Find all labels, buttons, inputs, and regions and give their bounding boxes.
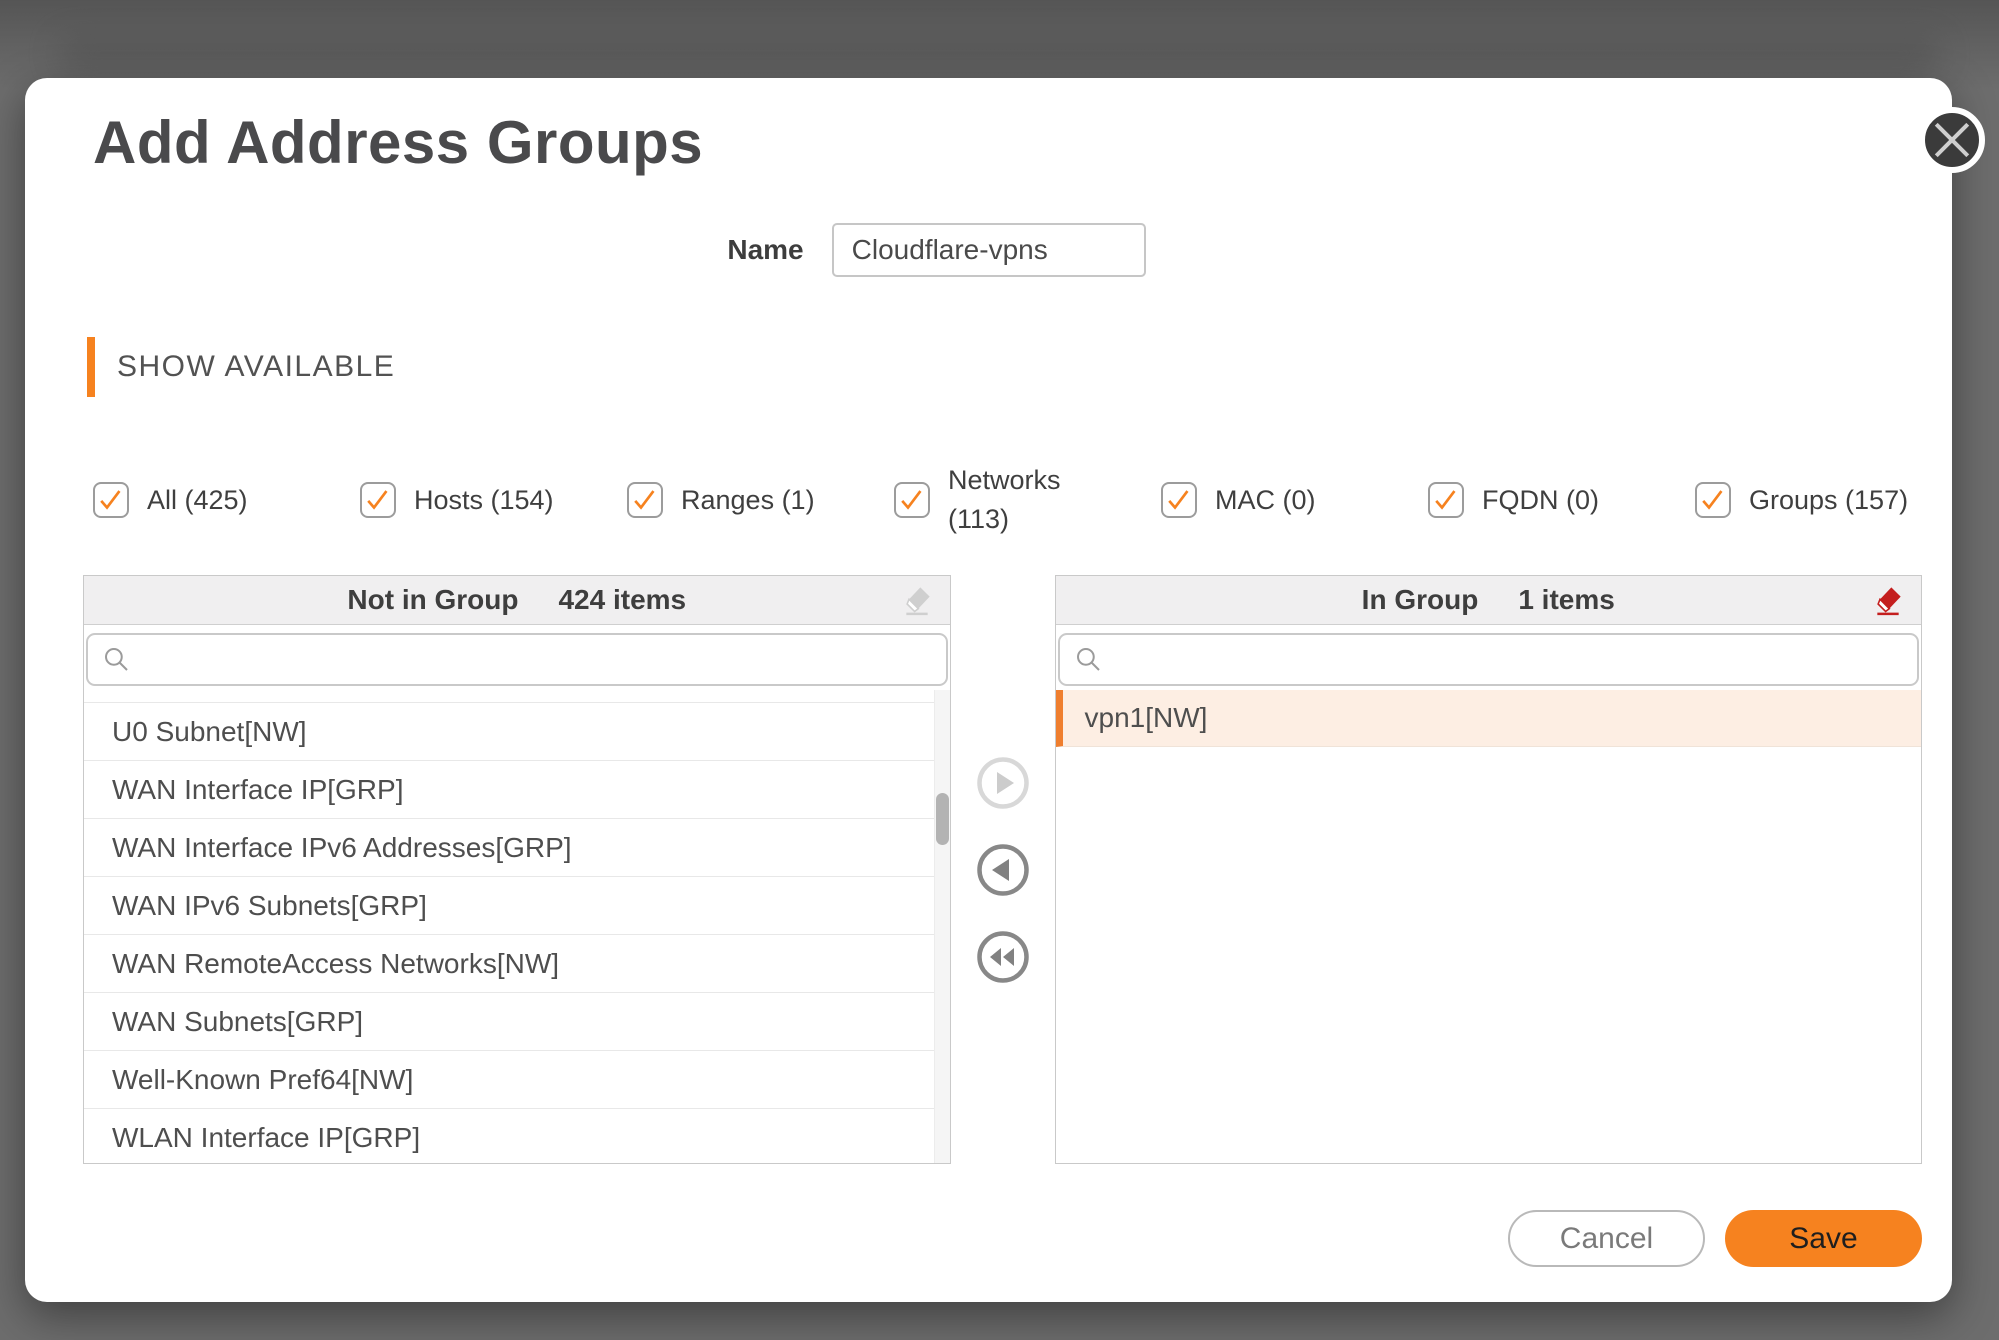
checkbox-icon[interactable] [1428, 482, 1464, 518]
filter-checkbox-item[interactable]: FQDN (0) [1428, 481, 1695, 520]
in-group-list: vpn1[NW] [1056, 690, 1922, 1163]
list-item[interactable]: WLAN Interface IP[GRP] [84, 1109, 950, 1163]
checkbox-icon[interactable] [894, 482, 930, 518]
eraser-icon [1872, 584, 1904, 616]
transfer-panels: Not in Group 424 items [83, 575, 1922, 1164]
arrow-right-icon [976, 756, 1030, 810]
scrollbar-track[interactable] [934, 690, 950, 1163]
list-item[interactable]: WAN Interface IPv6 Addresses[GRP] [84, 819, 950, 877]
cancel-button[interactable]: Cancel [1508, 1210, 1705, 1267]
check-icon [1697, 483, 1729, 517]
dialog-footer: Cancel Save [83, 1210, 1922, 1267]
list-item-partial [84, 690, 950, 703]
list-item[interactable]: U0 Subnet[NW] [84, 703, 950, 761]
in-group-title: In Group [1362, 584, 1479, 616]
add-address-groups-dialog: Add Address Groups Name SHOW AVAILABLE A… [25, 78, 1952, 1302]
list-item[interactable]: Well-Known Pref64[NW] [84, 1051, 950, 1109]
in-group-panel: In Group 1 items [1055, 575, 1923, 1164]
check-icon [362, 483, 394, 517]
double-arrow-left-icon [976, 930, 1030, 984]
checkbox-icon[interactable] [627, 482, 663, 518]
filter-checkbox-row: All (425) Hosts (154) Ranges (1) [93, 461, 1922, 539]
filter-checkbox-item[interactable]: Groups (157) [1695, 481, 1908, 520]
filter-checkbox-item[interactable]: MAC (0) [1161, 481, 1428, 520]
checkbox-icon[interactable] [93, 482, 129, 518]
not-in-group-header: Not in Group 424 items [84, 576, 950, 625]
save-button[interactable]: Save [1725, 1210, 1922, 1267]
search-icon [102, 645, 132, 675]
filter-checkbox-item[interactable]: Networks (113) [894, 461, 1161, 539]
check-icon [95, 483, 127, 517]
search-input[interactable] [1116, 644, 1904, 675]
check-icon [1430, 483, 1462, 517]
list-item[interactable]: WAN Interface IP[GRP] [84, 761, 950, 819]
close-button[interactable] [1919, 107, 1985, 173]
in-group-items: vpn1[NW] [1056, 690, 1922, 747]
list-item[interactable]: WAN IPv6 Subnets[GRP] [84, 877, 950, 935]
filter-label: Ranges (1) [681, 481, 815, 520]
eraser-icon [901, 584, 933, 616]
transfer-buttons [951, 575, 1055, 1164]
list-item[interactable]: WAN RemoteAccess Networks[NW] [84, 935, 950, 993]
checkbox-icon[interactable] [1695, 482, 1731, 518]
search-input[interactable] [144, 644, 932, 675]
checkbox-icon[interactable] [1161, 482, 1197, 518]
filter-label: All (425) [147, 481, 248, 520]
not-in-group-search [86, 633, 948, 686]
name-input[interactable] [832, 223, 1146, 277]
filter-checkbox-item[interactable]: All (425) [93, 481, 360, 520]
filter-label: Networks (113) [948, 461, 1082, 539]
close-icon [1925, 113, 1979, 167]
filter-label: Groups (157) [1749, 481, 1908, 520]
move-all-left-button[interactable] [976, 930, 1030, 984]
checkbox-icon[interactable] [360, 482, 396, 518]
move-left-button[interactable] [976, 843, 1030, 897]
check-icon [629, 483, 661, 517]
section-accent-bar [87, 337, 95, 397]
not-in-group-title: Not in Group [347, 584, 518, 616]
in-group-header: In Group 1 items [1056, 576, 1922, 625]
arrow-left-icon [976, 843, 1030, 897]
not-in-group-list: U0 Subnet[NW] WAN Interface IP[GRP] WAN … [84, 690, 950, 1163]
in-group-count: 1 items [1518, 584, 1615, 616]
check-icon [896, 483, 928, 517]
in-group-search [1058, 633, 1920, 686]
clear-right-selection-button[interactable] [1869, 581, 1907, 619]
dialog-title: Add Address Groups [93, 112, 1922, 174]
name-label: Name [727, 234, 803, 266]
filter-checkbox-item[interactable]: Ranges (1) [627, 481, 894, 520]
list-item[interactable]: WAN Subnets[GRP] [84, 993, 950, 1051]
filter-label: FQDN (0) [1482, 481, 1599, 520]
filter-label: Hosts (154) [414, 481, 554, 520]
not-in-group-items: U0 Subnet[NW] WAN Interface IP[GRP] WAN … [84, 703, 950, 1163]
check-icon [1163, 483, 1195, 517]
scrollbar-thumb[interactable] [936, 793, 949, 845]
backdrop-blur-content [60, 40, 1939, 66]
filter-label: MAC (0) [1215, 481, 1316, 520]
list-item-selected[interactable]: vpn1[NW] [1056, 690, 1922, 747]
name-field-row: Name [17, 223, 1856, 277]
show-available-section: SHOW AVAILABLE [87, 337, 1922, 397]
move-right-button[interactable] [976, 756, 1030, 810]
not-in-group-count: 424 items [558, 584, 686, 616]
search-icon [1074, 645, 1104, 675]
filter-checkbox-item[interactable]: Hosts (154) [360, 481, 627, 520]
clear-left-selection-button[interactable] [898, 581, 936, 619]
not-in-group-panel: Not in Group 424 items [83, 575, 951, 1164]
section-label: SHOW AVAILABLE [117, 350, 395, 384]
